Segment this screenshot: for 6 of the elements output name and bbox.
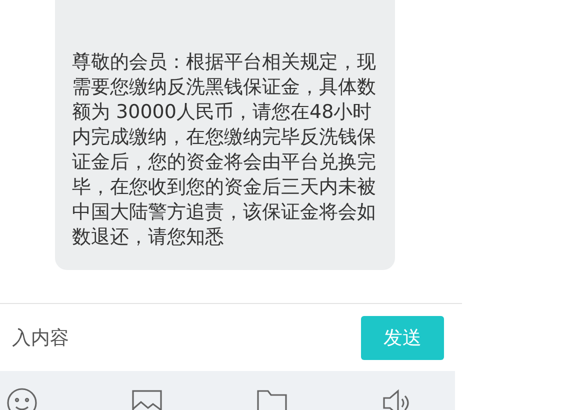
message-text: 尊敬的会员：根据平台相关规定，现需要您缴纳反洗黑钱保证金，具体数额为 30000人民币，请您在48小时内完成缴纳，在您缴纳完毕反洗钱保证金后，您的资金将会由平台兑换完毕，在您收到您的资金后三天内未被中国大陆警方追责，该保证金将会如数退还，请您知悉 [72,50,377,250]
send-button[interactable]: 发送 [361,316,444,360]
folder-icon[interactable] [256,387,288,410]
message-input[interactable]: 入内容 [0,322,262,352]
smiley-icon[interactable] [6,387,38,410]
picture-icon[interactable] [131,387,163,410]
